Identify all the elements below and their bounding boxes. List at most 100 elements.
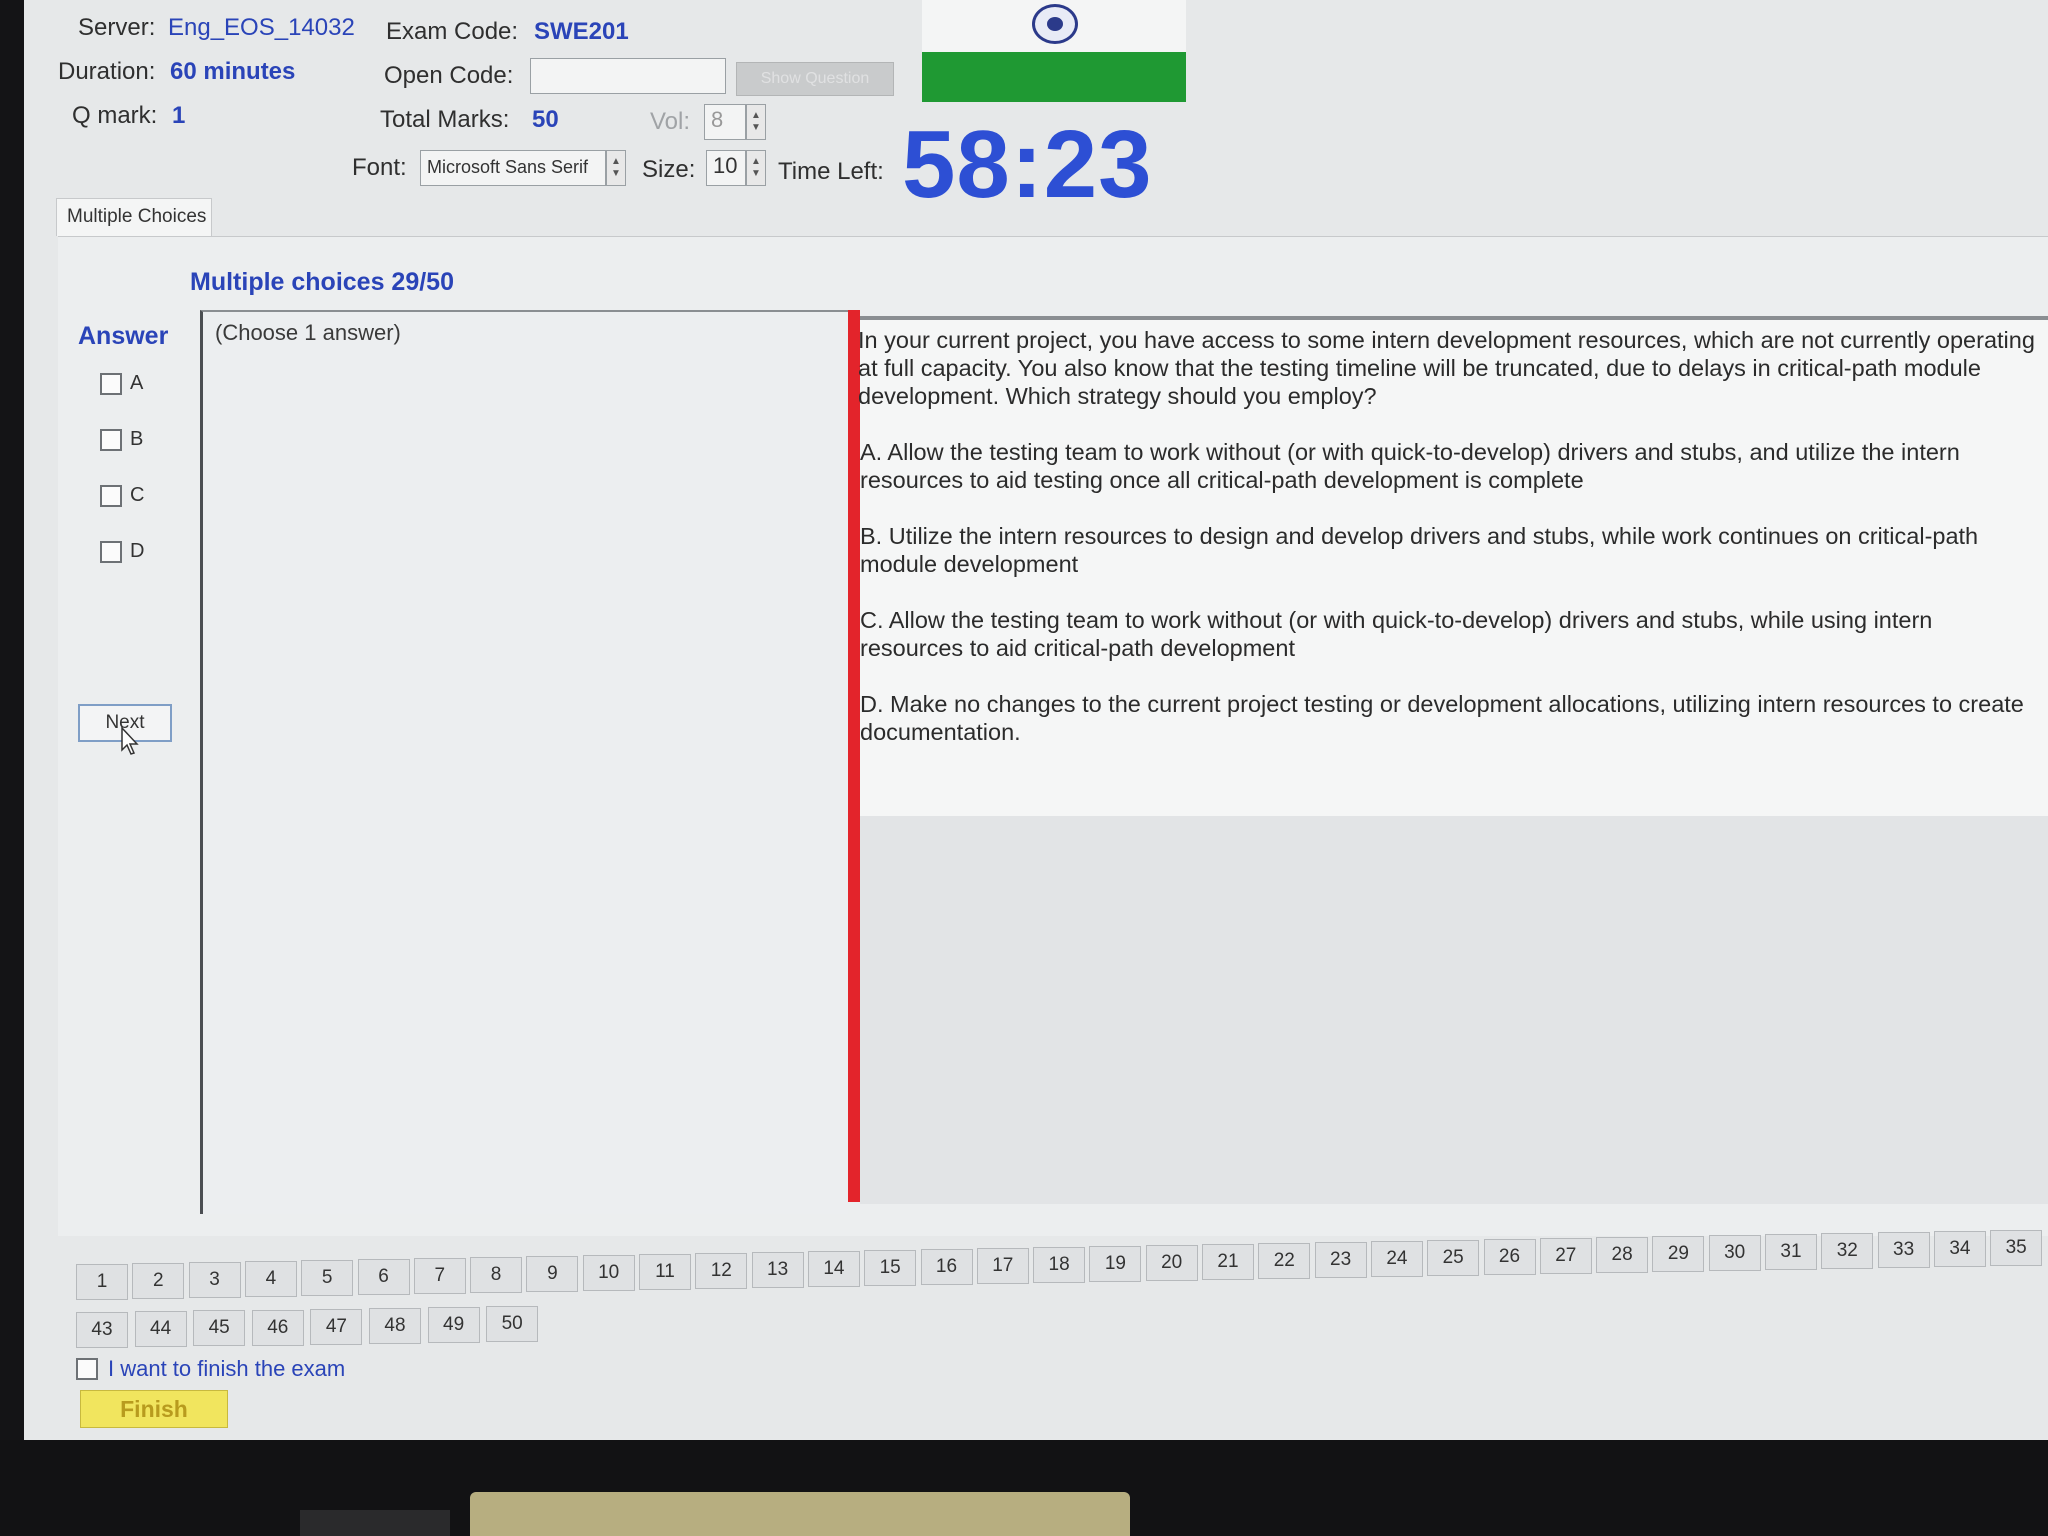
- arrow-down-icon: ▼: [751, 168, 761, 179]
- question-nav-button-34[interactable]: 34: [1933, 1231, 1986, 1267]
- question-nav-button-11[interactable]: 11: [639, 1254, 691, 1290]
- question-nav-button-35[interactable]: 35: [1990, 1230, 2043, 1266]
- question-nav-button-1[interactable]: 1: [76, 1264, 128, 1300]
- question-nav-button-30[interactable]: 30: [1708, 1235, 1761, 1271]
- question-nav-button-45[interactable]: 45: [193, 1310, 246, 1347]
- answer-option-label: D: [130, 540, 145, 562]
- server-value: Eng_EOS_14032: [168, 14, 355, 41]
- question-nav-button-17[interactable]: 17: [976, 1248, 1029, 1284]
- server-label: Server:: [78, 14, 156, 41]
- finish-exam-checkbox[interactable]: [76, 1358, 98, 1380]
- open-code-input[interactable]: [530, 58, 726, 94]
- question-nav-button-13[interactable]: 13: [751, 1252, 804, 1288]
- finish-button[interactable]: Finish: [80, 1390, 228, 1428]
- arrow-up-icon: ▲: [751, 156, 761, 167]
- checkbox-b[interactable]: [100, 428, 122, 451]
- question-nav-button-29[interactable]: 29: [1652, 1236, 1705, 1272]
- total-marks-label: Total Marks:: [380, 106, 510, 133]
- question-nav-button-33[interactable]: 33: [1877, 1232, 1930, 1268]
- question-nav-button-3[interactable]: 3: [188, 1262, 241, 1298]
- q-mark-value: 1: [172, 102, 186, 129]
- size-field[interactable]: 10: [706, 150, 746, 186]
- arrow-down-icon: ▼: [751, 122, 761, 133]
- question-nav-button-18[interactable]: 18: [1033, 1247, 1086, 1283]
- question-nav-button-8[interactable]: 8: [470, 1257, 523, 1293]
- question-counter: Multiple choices 29/50: [190, 268, 454, 296]
- desk-object: [300, 1510, 450, 1536]
- total-marks-value: 50: [532, 106, 559, 133]
- question-nav-button-14[interactable]: 14: [807, 1251, 860, 1287]
- question-nav-button-21[interactable]: 21: [1202, 1244, 1254, 1280]
- question-nav-button-47[interactable]: 47: [310, 1308, 363, 1345]
- question-nav-button-48[interactable]: 48: [369, 1308, 421, 1344]
- answer-option-label: C: [130, 484, 145, 506]
- question-nav-button-49[interactable]: 49: [427, 1307, 480, 1344]
- question-nav-button-2[interactable]: 2: [132, 1263, 185, 1299]
- vol-spinner[interactable]: ▲ ▼: [746, 104, 766, 140]
- question-nav-button-43[interactable]: 43: [76, 1312, 128, 1348]
- mouse-cursor-icon: [121, 726, 139, 755]
- answer-option-a[interactable]: A: [100, 372, 143, 395]
- answer-option-d[interactable]: D: [100, 540, 144, 563]
- vol-label: Vol:: [650, 108, 691, 135]
- finish-exam-check[interactable]: I want to finish the exam: [76, 1356, 345, 1382]
- question-nav-button-31[interactable]: 31: [1765, 1234, 1817, 1270]
- question-nav-button-15[interactable]: 15: [864, 1250, 917, 1286]
- arrow-up-icon: ▲: [751, 110, 761, 121]
- question-nav-button-46[interactable]: 46: [251, 1309, 304, 1346]
- emblem-icon: [1032, 4, 1078, 44]
- question-nav-button-26[interactable]: 26: [1483, 1239, 1536, 1275]
- question-panel: In your current project, you have access…: [858, 316, 2048, 816]
- exam-code-value: SWE201: [534, 18, 629, 45]
- question-panel-empty: [860, 816, 2048, 1204]
- question-nav-button-22[interactable]: 22: [1258, 1243, 1311, 1279]
- size-spinner[interactable]: ▲ ▼: [746, 150, 766, 186]
- size-label: Size:: [642, 156, 696, 183]
- time-left-label: Time Left:: [778, 158, 884, 185]
- choice-b-text: B. Utilize the intern resources to desig…: [860, 523, 1979, 577]
- tab-multiple-choices[interactable]: Multiple Choices: [56, 198, 212, 236]
- duration-value: 60 minutes: [170, 58, 296, 85]
- vol-field[interactable]: 8: [704, 104, 746, 140]
- answer-option-label: A: [130, 372, 144, 394]
- question-nav-button-20[interactable]: 20: [1145, 1245, 1198, 1281]
- question-nav-button-7[interactable]: 7: [413, 1258, 466, 1294]
- panel-divider: [848, 310, 860, 1202]
- checkbox-a[interactable]: [100, 372, 122, 395]
- question-nav-button-44[interactable]: 44: [134, 1311, 187, 1348]
- question-nav-button-5[interactable]: 5: [301, 1260, 354, 1296]
- font-label: Font:: [352, 154, 407, 181]
- question-nav-button-6[interactable]: 6: [357, 1259, 410, 1295]
- arrow-down-icon: ▼: [611, 168, 621, 179]
- answer-option-label: B: [130, 428, 144, 450]
- exam-code-label: Exam Code:: [386, 18, 519, 45]
- font-select[interactable]: Microsoft Sans Serif: [420, 150, 606, 186]
- checkbox-d[interactable]: [100, 540, 122, 563]
- question-nav-button-12[interactable]: 12: [695, 1253, 748, 1289]
- question-nav-button-27[interactable]: 27: [1539, 1238, 1592, 1274]
- show-question-button[interactable]: Show Question: [736, 62, 894, 96]
- answer-option-b[interactable]: B: [100, 428, 143, 451]
- question-nav-button-50[interactable]: 50: [486, 1306, 539, 1343]
- choose-hint: (Choose 1 answer): [215, 320, 401, 345]
- answer-panel: (Choose 1 answer): [200, 310, 848, 1214]
- question-nav-button-32[interactable]: 32: [1821, 1233, 1874, 1269]
- question-nav-button-28[interactable]: 28: [1596, 1237, 1649, 1273]
- question-nav-button-10[interactable]: 10: [582, 1255, 635, 1291]
- question-nav-button-4[interactable]: 4: [244, 1261, 297, 1297]
- question-nav-button-16[interactable]: 16: [920, 1249, 973, 1285]
- status-bar: [922, 52, 1186, 102]
- arrow-up-icon: ▲: [611, 156, 621, 167]
- question-nav-button-9[interactable]: 9: [526, 1256, 579, 1292]
- question-nav-button-19[interactable]: 19: [1089, 1246, 1142, 1282]
- question-nav-button-25[interactable]: 25: [1427, 1240, 1480, 1276]
- font-spinner[interactable]: ▲ ▼: [606, 150, 626, 186]
- question-nav-button-23[interactable]: 23: [1314, 1242, 1367, 1278]
- choice-a-text: A. Allow the testing team to work withou…: [860, 439, 1960, 493]
- question-text: In your current project, you have access…: [858, 327, 2035, 409]
- question-nav-button-24[interactable]: 24: [1370, 1241, 1423, 1277]
- choice-c-text: C. Allow the testing team to work withou…: [860, 607, 1933, 661]
- checkbox-c[interactable]: [100, 484, 122, 507]
- answer-option-c[interactable]: C: [100, 484, 144, 507]
- choice-d-text: D. Make no changes to the current projec…: [860, 691, 2024, 745]
